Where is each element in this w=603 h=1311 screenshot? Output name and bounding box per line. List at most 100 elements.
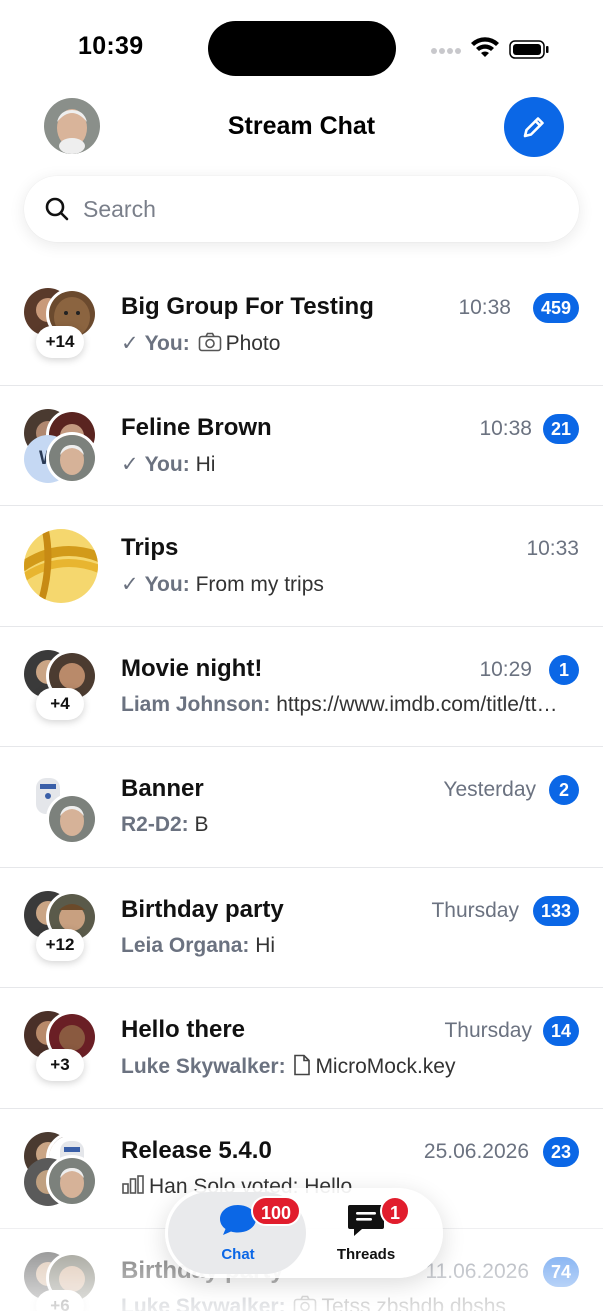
file-icon [294,1054,311,1076]
tab-threads-label: Threads [336,1246,396,1263]
channel-time: 25.06.2026 [423,1139,529,1163]
read-check-icon: ✓ [121,573,139,596]
status-icons [431,37,549,59]
chat-unread-badge: 100 [251,1196,302,1226]
channel-name: Trips [121,534,179,561]
channel-avatar-group [24,770,98,845]
channel-row[interactable]: Banner Yesterday 2 R2-D2: B [0,747,603,868]
preview-author: Liam Johnson: [121,692,271,716]
channel-row[interactable]: +4 Movie night! 10:29 1 Liam Johnson: ht… [0,627,603,747]
pencil-icon [523,117,544,138]
preview-author: You: [144,573,190,596]
cellular-signal-icon [431,48,461,54]
channel-time: Thursday [444,1019,532,1042]
channel-preview: ✓ You: From my trips [121,572,566,597]
read-check-icon: ✓ [121,452,139,476]
channel-name: Movie night! [121,654,263,682]
status-bar: 10:39 [0,0,603,90]
compose-button[interactable] [504,97,564,157]
channel-name: Birthday party [121,895,284,923]
channel-time: 10:38 [479,416,532,440]
channel-avatar-group: +14 [24,288,98,362]
preview-message: From my trips [195,573,324,596]
battery-icon [509,40,549,59]
unread-badge: 14 [542,1016,579,1046]
preview-author: You: [144,452,190,476]
channel-avatar-group: W [24,408,98,484]
member-overflow-count: +12 [36,928,84,961]
preview-message: Photo [225,332,281,355]
channel-avatar-group: +4 [24,649,98,724]
channel-preview: Luke Skywalker: Tetss zbshdb dbshs [121,1295,566,1311]
preview-author: R2-D2: [121,813,189,836]
preview-author: Luke Skywalker: [121,1295,286,1311]
member-overflow-count: +4 [36,687,84,720]
status-time: 10:39 [78,32,144,60]
channel-name: Release 5.4.0 [121,1136,272,1164]
camera-icon [198,332,221,352]
channel-row[interactable]: +12 Birthday party Thursday 133 Leia Org… [0,868,603,988]
channel-name: Hello there [121,1016,246,1043]
channel-preview: ✓ You: Photo [121,331,566,356]
channel-preview: R2-D2: B [121,813,566,837]
search-icon [45,197,69,221]
channel-time: 10:33 [526,537,579,560]
preview-message: MicroMock.key [315,1055,456,1078]
channel-time: 11.06.2026 [425,1260,529,1283]
preview-message: B [194,813,209,836]
tab-chat-label: Chat [221,1246,255,1263]
channel-list: +14 Big Group For Testing 10:38 459 ✓ You… [0,265,603,1311]
channel-preview: ✓ You: Hi [121,452,566,477]
channel-row[interactable]: +14 Big Group For Testing 10:38 459 ✓ You… [0,265,603,386]
poll-icon [122,1174,144,1194]
preview-message: Hi [195,452,216,476]
camera-icon [294,1295,317,1311]
member-overflow-count: +3 [36,1049,84,1081]
wifi-icon [471,37,499,57]
channel-image [24,529,98,603]
preview-message: Hi [255,933,276,957]
tab-threads[interactable]: Threads [301,1200,431,1270]
read-check-icon: ✓ [121,332,139,355]
channel-avatar [24,529,98,603]
channel-row[interactable]: W Feline Brown 10:38 21 ✓ You: Hi [0,386,603,506]
unread-badge: 21 [542,413,579,444]
member-overflow-count: +14 [36,326,84,358]
search-bar[interactable]: Search [24,176,579,242]
channel-name: Feline Brown [121,413,272,441]
channel-row[interactable]: +3 Hello there Thursday 14 Luke Skywalke… [0,988,603,1109]
unread-badge: 74 [542,1257,579,1287]
channel-avatar-group: +6 [24,1252,98,1311]
unread-badge: 2 [549,775,579,805]
unread-badge: 459 [532,293,579,323]
unread-badge: 23 [542,1136,579,1167]
preview-message: Tetss zbshdb dbshs [321,1295,506,1311]
channel-time: Yesterday [443,778,536,801]
dynamic-island [208,21,396,76]
channel-time: 10:29 [479,657,532,681]
preview-author: Luke Skywalker: [121,1055,286,1078]
member-avatar [46,1154,98,1207]
channel-preview: Luke Skywalker: MicroMock.key [121,1054,566,1079]
channel-time: Thursday [431,898,519,922]
channel-preview: Leia Organa: Hi [121,934,566,958]
unread-badge: 133 [532,895,579,926]
preview-message: https://www.imdb.com/title/tt0076759/ [276,692,566,716]
channel-name: Banner [121,775,204,802]
preview-author: You: [144,332,190,355]
threads-unread-badge: 1 [380,1196,411,1226]
channel-avatar-group: +12 [24,890,98,965]
channel-row[interactable]: Trips 10:33 ✓ You: From my trips [0,506,603,627]
member-avatar [46,431,98,484]
channel-avatar-group [24,1131,98,1207]
tab-bar: Chat 100 Threads 1 [165,1188,443,1278]
channel-name: Big Group For Testing [121,293,374,320]
member-avatar [46,793,98,845]
unread-badge: 1 [549,654,579,685]
channel-time: 10:38 [458,296,511,319]
navigation-bar: Stream Chat [0,90,603,170]
member-overflow-count: +6 [36,1290,84,1311]
channel-avatar-group: +3 [24,1011,98,1085]
search-input[interactable]: Search [83,196,156,223]
channel-preview: Liam Johnson: https://www.imdb.com/title… [121,693,566,717]
